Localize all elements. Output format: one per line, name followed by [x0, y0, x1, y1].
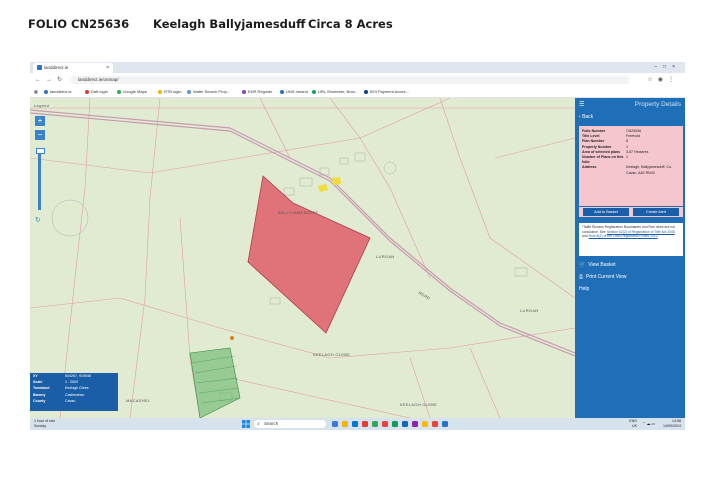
menu-icon[interactable]: ☰: [579, 101, 584, 108]
acreage-title: Circa 8 Acres: [308, 17, 393, 31]
taskbar-app-icon[interactable]: [392, 421, 398, 427]
bookmark-5[interactable]: EDR Register: [242, 87, 272, 97]
folio-title: FOLIO CN25636: [28, 17, 130, 31]
clock[interactable]: 14:58 14/09/2024: [663, 419, 681, 428]
map-legend-label[interactable]: Legend: [34, 103, 49, 108]
townland-label: LURGAN: [376, 254, 395, 259]
bookmark-4[interactable]: Water Search Prop...: [187, 87, 230, 97]
taskbar-app-icon[interactable]: [352, 421, 358, 427]
bookmark-0[interactable]: landdirect.ie: [44, 87, 72, 97]
taskbar-app-icon[interactable]: [422, 421, 428, 427]
print-view-link[interactable]: ⎙ Print Current View: [579, 274, 627, 280]
bookmark-2[interactable]: Google Maps: [117, 87, 147, 97]
bookmark-3[interactable]: RTB login: [158, 87, 182, 97]
close-tab-icon[interactable]: ×: [106, 63, 109, 73]
back-link[interactable]: ‹ Back: [579, 114, 593, 120]
search-icon: ⌕: [257, 421, 260, 427]
bookmark-8[interactable]: BOI Payment Acces...: [364, 87, 409, 97]
taskbar-app-icon[interactable]: [372, 421, 378, 427]
zoom-slider-handle[interactable]: [36, 148, 45, 154]
bookmark-icon: [117, 89, 121, 94]
taskbar-app-icon[interactable]: [412, 421, 418, 427]
bookmark-6[interactable]: UNS Ireland: [280, 87, 308, 97]
taskbar-app-icon[interactable]: [362, 421, 368, 427]
panel-title: Property Details: [634, 101, 681, 108]
panel-buttons: Add to Basket Create Alert: [579, 207, 683, 217]
bookmark-icon: [44, 89, 48, 94]
add-to-basket-button[interactable]: Add to Basket: [583, 208, 629, 216]
taskbar-search[interactable]: ⌕ Search: [254, 420, 326, 428]
townland-label: BALLYJAMESDUFF: [278, 210, 319, 215]
property-details-card: Folio Number CN25636 Title Level Freehold …: [579, 126, 683, 206]
tray-icons[interactable]: ⌃ ☁ ▭: [642, 421, 655, 426]
browser-menu-icons[interactable]: ☆◉⋮: [647, 73, 679, 87]
window-controls[interactable]: –□×: [654, 62, 681, 72]
bookmark-icon: [280, 89, 284, 94]
bookmark-7[interactable]: URL Shortener, Bran...: [312, 87, 358, 97]
townland-label: MACASHEL: [126, 398, 151, 403]
url-field[interactable]: landdirect.ie/onmap/: [70, 76, 630, 84]
taskbar-app-icon[interactable]: [342, 421, 348, 427]
taskbar-app-icon[interactable]: [382, 421, 388, 427]
bookmark-icon: [158, 89, 162, 94]
reload-icon[interactable]: ↻: [57, 73, 62, 87]
print-icon: ⎙: [579, 274, 584, 280]
taskbar: 1 hour of rain Sunday ⌕ Search ⌃ ☁ ▭ ENG UK…: [30, 418, 685, 430]
townland-label: LURGAN: [520, 308, 539, 313]
zoom-slider[interactable]: [38, 150, 41, 210]
bookmark-1[interactable]: Daft login: [85, 87, 108, 97]
section-link[interactable]: Section 62(2) of Registration of Title A…: [607, 230, 675, 234]
create-alert-button[interactable]: Create Alert: [633, 208, 679, 216]
language-indicator[interactable]: ENG UK: [629, 419, 637, 428]
property-details-panel: ☰ Property Details ‹ Back Folio Number CN…: [575, 98, 685, 418]
location-title: Keelagh Ballyjamesduff: [153, 17, 306, 31]
apps-grid-icon[interactable]: ▦: [34, 87, 38, 97]
bookmarks-bar: ▦ landdirect.ie Daft login Google Maps R…: [30, 87, 685, 98]
view-basket-link[interactable]: 🛒 View Basket: [579, 262, 616, 268]
map-info-box: XY 604267, 919546 Scale 1 : 2500 Townland K…: [30, 373, 118, 411]
rule-link[interactable]: Rule 8(2) of the Land Registration Rules…: [589, 234, 658, 238]
bookmark-icon: [242, 89, 246, 94]
taskbar-app-icon[interactable]: [442, 421, 448, 427]
favicon-icon: [37, 65, 42, 70]
townland-label: KEELAGH GLEBE: [400, 402, 438, 407]
townland-label: KEELAGH GLEBE: [313, 352, 351, 357]
address-bar: ← → ↻ landdirect.ie/onmap/ ☆◉⋮: [30, 73, 685, 88]
screenshot: landdirect.ie × –□× ← → ↻ landdirect.ie/…: [30, 62, 685, 430]
forward-arrow-icon[interactable]: →: [46, 73, 52, 87]
bookmark-icon: [364, 89, 368, 94]
disclaimer: *Tailte Éireann Registration Boundaries …: [579, 223, 683, 256]
tab-title: landdirect.ie: [44, 65, 69, 70]
basket-icon: 🛒: [579, 262, 586, 268]
browser-tab[interactable]: landdirect.ie ×: [33, 63, 113, 73]
bookmark-icon: [312, 89, 316, 94]
weather-widget[interactable]: 1 hour of rain Sunday: [34, 419, 55, 428]
zoom-in-button[interactable]: +: [35, 116, 45, 126]
help-link[interactable]: Help: [579, 286, 589, 292]
document-header: FOLIO CN25636 Keelagh Ballyjamesduff Cir…: [28, 17, 708, 37]
back-arrow-icon[interactable]: ←: [35, 73, 41, 87]
bookmark-icon: [187, 89, 191, 94]
tab-bar: landdirect.ie × –□×: [30, 62, 685, 73]
taskbar-app-icon[interactable]: [332, 421, 338, 427]
taskbar-app-icon[interactable]: [402, 421, 408, 427]
map-canvas[interactable]: Legend LURGAN LURGAN KEELAGH GLEBE KEELA…: [30, 98, 575, 418]
map-svg: [30, 98, 575, 418]
landdirect-app: Legend LURGAN LURGAN KEELAGH GLEBE KEELA…: [30, 98, 685, 418]
bookmark-icon: [85, 89, 89, 94]
taskbar-app-icon[interactable]: [432, 421, 438, 427]
windows-start-icon[interactable]: [242, 420, 250, 428]
refresh-map-icon[interactable]: ↻: [35, 216, 41, 224]
zoom-out-button[interactable]: −: [35, 130, 45, 140]
